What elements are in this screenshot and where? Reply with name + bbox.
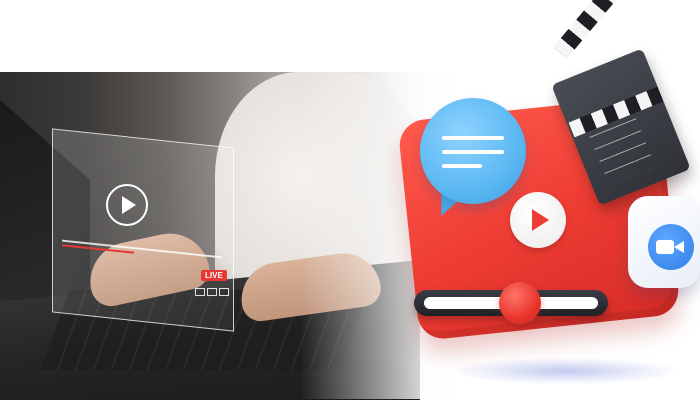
settings-icon [207, 288, 217, 296]
camera-body [656, 240, 674, 254]
live-badge: LIVE [201, 270, 227, 281]
banner-image: LIVE [0, 0, 700, 400]
clapperboard-top-stripe [553, 0, 625, 59]
fullscreen-icon [219, 288, 229, 296]
holographic-player [52, 128, 234, 332]
play-icon [510, 192, 566, 248]
chat-line [442, 136, 504, 140]
progress-slider-thumb [498, 282, 541, 324]
chat-line [442, 164, 482, 168]
floor-shadow [455, 358, 675, 384]
camera-lens [674, 241, 684, 253]
chat-line [442, 150, 504, 154]
play-icon [106, 184, 148, 226]
volume-icon [195, 288, 205, 296]
